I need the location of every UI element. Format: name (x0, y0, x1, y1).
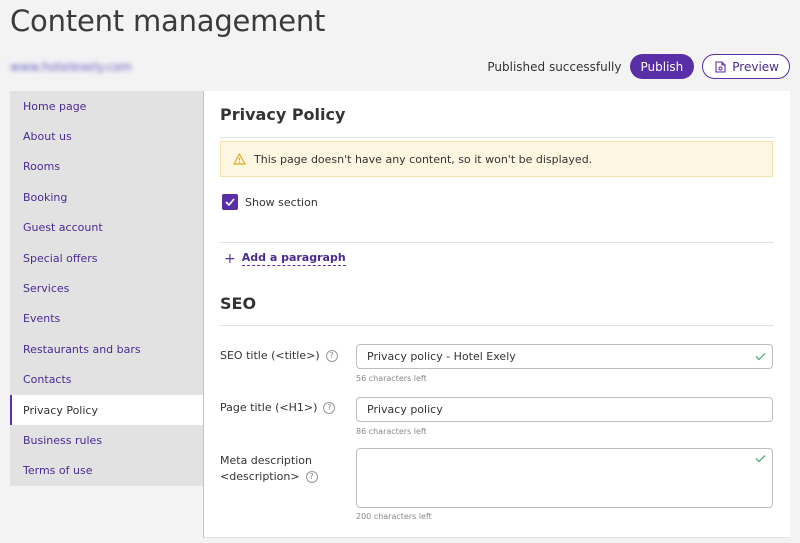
preview-label: Preview (732, 59, 779, 74)
seo-title-label: SEO title (<title>)? (220, 348, 338, 364)
page-title-input[interactable]: Privacy policy (356, 397, 773, 422)
show-section-checkbox[interactable] (222, 194, 238, 210)
sidebar-item-about-us[interactable]: About us (10, 121, 204, 151)
seo-title-label-text: SEO title (<title>) (220, 349, 320, 362)
sidebar-item-label: Business rules (23, 433, 103, 447)
page-title-value: Privacy policy (367, 403, 443, 416)
sidebar-item-contacts[interactable]: Contacts (10, 365, 204, 395)
seo-title-input[interactable]: Privacy policy - Hotel Exely (356, 344, 773, 369)
sidebar-item-guest-account[interactable]: Guest account (10, 213, 204, 243)
sidebar-item-label: Contacts (23, 373, 72, 387)
sidebar-item-label: Guest account (23, 221, 103, 235)
sidebar-item-label: Special offers (23, 251, 98, 265)
checkmark-icon (225, 198, 235, 206)
sidebar-item-label: Restaurants and bars (23, 342, 141, 356)
meta-label-line1: Meta description (220, 454, 312, 467)
page-title-hint: 86 characters left (356, 427, 427, 436)
valid-check-icon (755, 353, 766, 361)
sidebar-item-booking[interactable]: Booking (10, 182, 204, 212)
sidebar-item-label: About us (23, 130, 72, 144)
sidebar-item-business-rules[interactable]: Business rules (10, 425, 204, 455)
empty-content-warning: This page doesn't have any content, so i… (220, 141, 773, 177)
sidebar-item-label: Privacy Policy (23, 403, 98, 417)
sidebar-item-privacy-policy[interactable]: Privacy Policy (10, 394, 204, 426)
page-title-label-text: Page title (<H1>) (220, 401, 318, 414)
help-icon[interactable]: ? (305, 471, 318, 483)
add-paragraph-label: Add a paragraph (241, 251, 346, 266)
divider (220, 137, 774, 138)
section-title: Privacy Policy (220, 105, 346, 124)
meta-description-textarea[interactable] (356, 448, 773, 508)
sidebar-item-label: Home page (23, 99, 87, 113)
sidebar-item-special-offers[interactable]: Special offers (10, 243, 204, 273)
help-icon[interactable]: ? (325, 350, 338, 362)
show-section-toggle[interactable]: Show section (222, 194, 318, 210)
topbar-actions: Published successfully Publish Preview (487, 54, 790, 79)
seo-title-hint: 56 characters left (356, 374, 427, 383)
warning-text: This page doesn't have any content, so i… (254, 152, 593, 166)
content-panel: Privacy Policy This page doesn't have an… (203, 91, 790, 538)
sidebar-item-home-page[interactable]: Home page (10, 91, 204, 121)
sidebar-item-label: Rooms (23, 160, 61, 174)
show-section-label: Show section (245, 195, 318, 209)
sidebar-item-services[interactable]: Services (10, 273, 204, 303)
add-paragraph-button[interactable]: + Add a paragraph (224, 251, 346, 266)
meta-description-label: Meta description <description>? (220, 453, 318, 485)
help-icon[interactable]: ? (323, 402, 336, 414)
preview-button[interactable]: Preview (702, 54, 790, 79)
sidebar-item-restaurants-and-bars[interactable]: Restaurants and bars (10, 334, 204, 364)
warning-icon (233, 153, 246, 165)
seo-title-value: Privacy policy - Hotel Exely (367, 350, 516, 363)
sidebar-item-events[interactable]: Events (10, 304, 204, 334)
divider (220, 242, 774, 243)
meta-description-hint: 200 characters left (356, 512, 432, 521)
sidebar-item-label: Terms of use (23, 464, 93, 478)
document-icon (715, 60, 726, 73)
sidebar-item-label: Services (23, 282, 70, 296)
divider (220, 325, 774, 326)
publish-button[interactable]: Publish (629, 54, 695, 79)
page-title-label: Page title (<H1>)? (220, 400, 336, 416)
site-url-link[interactable]: www.hotelexely.com (10, 60, 132, 74)
meta-label-line2: <description> (220, 470, 300, 483)
sidebar-nav: Home page About us Rooms Booking Guest a… (10, 91, 204, 486)
valid-check-icon (755, 455, 766, 463)
plus-icon: + (224, 250, 236, 267)
sidebar-item-terms-of-use[interactable]: Terms of use (10, 456, 204, 486)
seo-heading: SEO (220, 294, 257, 313)
sidebar-item-label: Events (23, 312, 61, 326)
publish-status-text: Published successfully (487, 59, 622, 74)
page-title: Content management (10, 4, 326, 38)
sidebar-item-rooms[interactable]: Rooms (10, 152, 204, 182)
sidebar-item-label: Booking (23, 190, 68, 204)
